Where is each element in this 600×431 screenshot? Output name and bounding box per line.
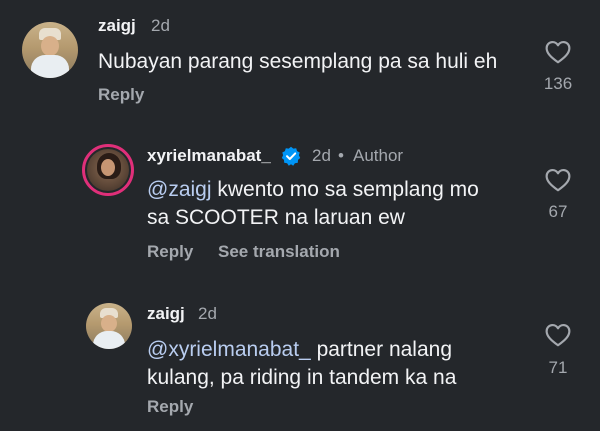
like-count: 71 (548, 358, 568, 377)
mention-link[interactable]: @xyrielmanabat_ (147, 338, 311, 361)
comment-3: zaigj 2d @xyrielmanabat_ partner nalang … (0, 0, 600, 431)
username[interactable]: zaigj (147, 304, 185, 324)
comment-body-line1: partner nalang (310, 338, 453, 361)
timestamp: 2d (198, 304, 217, 323)
heart-icon[interactable] (545, 323, 571, 347)
reply-button[interactable]: Reply (147, 397, 193, 417)
face-shape (101, 315, 117, 332)
shirt-shape (93, 331, 125, 349)
avatar[interactable] (86, 303, 132, 349)
comment-text: @xyrielmanabat_ partner nalang kulang, p… (147, 336, 456, 392)
comment-body-line2: kulang, pa riding in tandem ka na (147, 366, 457, 389)
